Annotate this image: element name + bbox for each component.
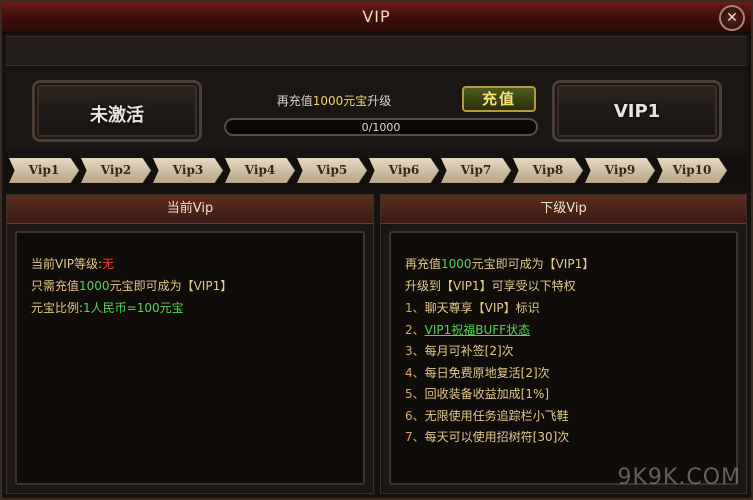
privileges-intro: 升级到【VIP1】可享受以下特权 — [405, 279, 576, 293]
next-vip: 【VIP1】 — [543, 257, 595, 271]
privilege-item: 6、无限使用任务追踪栏小飞鞋 — [405, 407, 569, 424]
title-bar: VIP ✕ — [2, 2, 751, 34]
privilege-number: 3、 — [405, 344, 425, 358]
ratio-line: 元宝比例:1人民币=100元宝 — [31, 299, 184, 316]
need-prefix: 只需充值 — [31, 279, 80, 293]
privilege-item: 1、聊天尊享【VIP】标识 — [405, 299, 540, 316]
privilege-item: 4、每日免费原地复活[2]次 — [405, 364, 550, 381]
privilege-text: 每月可补签[2]次 — [424, 344, 514, 358]
privilege-item: 3、每月可补签[2]次 — [405, 342, 514, 359]
window-title: VIP — [362, 7, 391, 26]
recharge-button[interactable]: 充值 — [462, 86, 536, 112]
header-strip — [6, 36, 747, 66]
privilege-text: 每日免费原地复活[2]次 — [424, 365, 550, 380]
next-prefix: 再充值 — [405, 257, 442, 271]
tab-vip7[interactable]: Vip7 — [441, 158, 511, 183]
privilege-number: 5、 — [405, 387, 425, 401]
next-vip-frame: VIP1 — [552, 80, 722, 142]
recharge-suffix: 升级 — [367, 94, 392, 108]
privilege-number: 7、 — [405, 430, 425, 444]
next-vip-panel: 下级Vip 再充值1000元宝即可成为【VIP1】 升级到【VIP1】可享受以下… — [380, 194, 747, 494]
privilege-number: 4、 — [405, 365, 425, 380]
need-mid: 元宝即可成为 — [109, 279, 182, 293]
privilege-text: 聊天尊享【VIP】标识 — [424, 301, 540, 315]
tab-vip5[interactable]: Vip5 — [297, 158, 367, 183]
recharge-prefix: 再充值 — [276, 94, 313, 108]
recharge-amount: 1000元宝 — [312, 94, 368, 108]
current-status-label: 未激活 — [90, 105, 144, 126]
current-status-frame: 未激活 — [32, 80, 202, 142]
progress-text: 0/1000 — [361, 121, 401, 134]
vip-level-line: 当前VIP等级:无 — [31, 255, 114, 272]
watermark: 9K9K.COM — [617, 465, 741, 490]
tab-vip2[interactable]: Vip2 — [81, 158, 151, 183]
current-vip-header: 当前Vip — [7, 195, 373, 224]
tab-vip6[interactable]: Vip6 — [369, 158, 439, 183]
privilege-number: 6、 — [405, 408, 425, 423]
current-vip-panel: 当前Vip 当前VIP等级:无 只需充值1000元宝即可成为【VIP1】 元宝比… — [6, 194, 374, 494]
next-mid: 元宝即可成为 — [471, 257, 544, 271]
privilege-text: 无限使用任务追踪栏小飞鞋 — [424, 408, 569, 423]
ratio-value: 1人民币=100元宝 — [83, 301, 184, 315]
next-recharge-line: 再充值1000元宝即可成为【VIP1】 — [405, 255, 594, 272]
tab-vip4[interactable]: Vip4 — [225, 158, 295, 183]
privilege-item: 5、回收装备收益加成[1%] — [405, 385, 549, 402]
tab-vip8[interactable]: Vip8 — [513, 158, 583, 183]
tab-vip3[interactable]: Vip3 — [153, 158, 223, 183]
recharge-progress-bar: 0/1000 — [224, 118, 538, 136]
need-recharge-line: 只需充值1000元宝即可成为【VIP1】 — [31, 277, 232, 294]
need-vip: 【VIP1】 — [181, 279, 233, 293]
privilege-item: 7、每天可以使用招树符[30]次 — [405, 428, 569, 445]
privilege-item[interactable]: 2、VIP1祝福BUFF状态 — [405, 321, 530, 338]
ratio-label: 元宝比例: — [31, 301, 84, 315]
vip-level-value: 无 — [102, 257, 115, 271]
vip-window: VIP ✕ 未激活 再充值1000元宝升级 0/1000 充值 VIP1 Vip… — [0, 0, 753, 500]
vip-level-tabs: Vip1 Vip2 Vip3 Vip4 Vip5 Vip6 Vip7 Vip8 Vip9 Vip1… — [6, 157, 747, 184]
next-amount: 1000 — [441, 257, 472, 271]
next-vip-body: 再充值1000元宝即可成为【VIP1】 升级到【VIP1】可享受以下特权 1、聊… — [389, 231, 738, 485]
need-amount: 1000 — [79, 279, 110, 293]
close-button[interactable]: ✕ — [719, 5, 745, 31]
tab-vip10[interactable]: Vip10 — [657, 158, 727, 183]
recharge-hint: 再充值1000元宝升级 — [234, 92, 434, 109]
vip-status-panel: 未激活 再充值1000元宝升级 0/1000 充值 VIP1 — [6, 70, 747, 150]
tab-vip9[interactable]: Vip9 — [585, 158, 655, 183]
tab-vip1[interactable]: Vip1 — [9, 158, 79, 183]
next-vip-header: 下级Vip — [381, 195, 746, 224]
privilege-number: 2、 — [405, 322, 425, 337]
current-vip-body: 当前VIP等级:无 只需充值1000元宝即可成为【VIP1】 元宝比例:1人民币… — [15, 231, 365, 485]
privilege-text: 每天可以使用招树符[30]次 — [424, 430, 570, 444]
privilege-text: 回收装备收益加成[1%] — [424, 387, 550, 401]
next-vip-label: VIP1 — [613, 101, 661, 122]
vip-level-label: 当前VIP等级: — [31, 257, 103, 271]
privilege-text[interactable]: VIP1祝福BUFF状态 — [425, 323, 530, 337]
privilege-number: 1、 — [405, 301, 425, 315]
